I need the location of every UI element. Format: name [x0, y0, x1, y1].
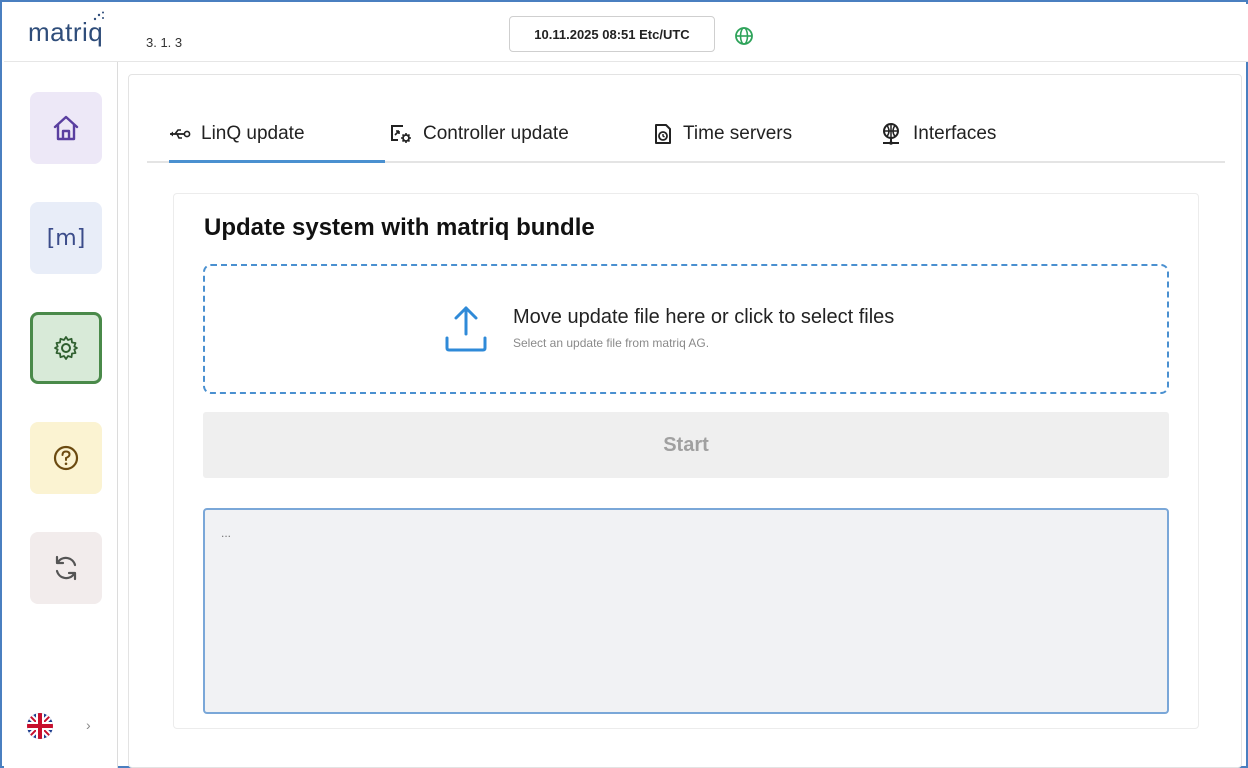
tab-label: Time servers	[683, 123, 793, 144]
uk-flag-icon[interactable]	[26, 712, 54, 740]
logo-text: matriq	[28, 17, 104, 47]
tab-interfaces[interactable]: Interfaces	[879, 105, 996, 163]
tab-controller-update[interactable]: Controller update	[389, 105, 569, 163]
tab-label: Controller update	[423, 123, 569, 144]
home-icon	[53, 115, 79, 141]
logo: matriq	[28, 11, 104, 48]
question-icon	[53, 445, 79, 471]
usb-icon	[170, 129, 191, 139]
version-label: 3. 1. 3	[146, 35, 183, 50]
upload-icon	[445, 306, 487, 352]
sidebar-item-home[interactable]	[30, 92, 102, 164]
sidebar: [m] ›	[4, 62, 118, 768]
tab-bar: LinQ update Controller update Time serve…	[147, 105, 1225, 163]
controller-update-icon	[391, 125, 411, 143]
top-bar: matriq 3. 1. 3 10.11.2025 08:51 Etc/UTC	[4, 4, 1248, 62]
file-dropzone[interactable]: Move update file here or click to select…	[203, 264, 1169, 394]
datetime-display[interactable]: 10.11.2025 08:51 Etc/UTC	[509, 16, 715, 52]
sidebar-item-help[interactable]	[30, 422, 102, 494]
gear-icon	[54, 336, 78, 360]
chevron-right-icon[interactable]: ›	[86, 717, 91, 733]
timer-icon	[655, 124, 671, 144]
tab-linq-update[interactable]: LinQ update	[169, 105, 305, 163]
sidebar-item-settings[interactable]	[30, 312, 102, 384]
update-card: Update system with matriq bundle Move up…	[173, 193, 1199, 729]
globe-icon[interactable]	[734, 26, 754, 46]
active-tab-indicator	[169, 160, 385, 163]
network-icon	[883, 123, 899, 145]
tab-label: Interfaces	[913, 123, 997, 144]
dropzone-subtitle: Select an update file from matriq AG.	[513, 336, 710, 350]
update-log-output[interactable]	[203, 508, 1169, 714]
app-frame: matriq 3. 1. 3 10.11.2025 08:51 Etc/UTC	[0, 0, 1248, 768]
tab-time-servers[interactable]: Time servers	[653, 105, 792, 163]
dropzone-title: Move update file here or click to select…	[513, 306, 895, 328]
main-panel: LinQ update Controller update Time serve…	[128, 74, 1242, 768]
sidebar-item-sync[interactable]	[30, 532, 102, 604]
card-title: Update system with matriq bundle	[204, 214, 595, 241]
sync-icon	[55, 555, 77, 581]
sidebar-item-matriq[interactable]: [m]	[30, 202, 102, 274]
logo-dots-icon	[93, 11, 104, 21]
m-bracket-icon: [m]	[46, 225, 86, 251]
tab-label: LinQ update	[201, 123, 305, 144]
start-button[interactable]: Start	[203, 412, 1169, 478]
